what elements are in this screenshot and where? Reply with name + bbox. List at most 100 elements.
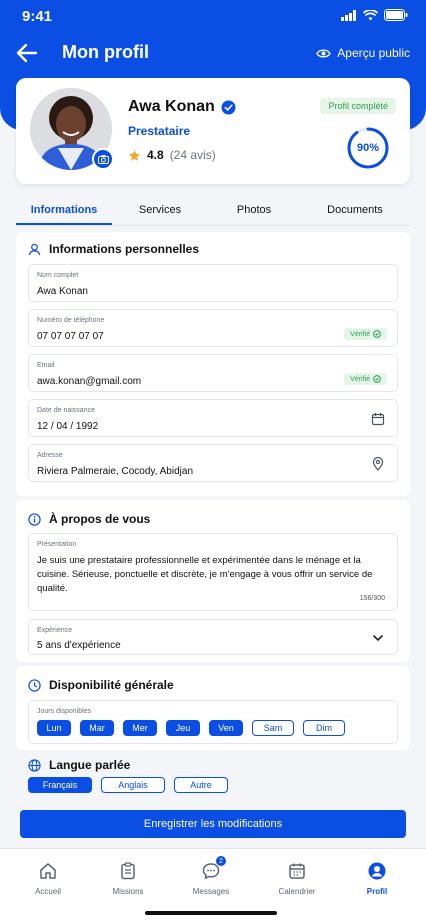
day-chip-lun[interactable]: Lun [37,720,71,736]
save-button[interactable]: Enregistrer les modifications [20,810,406,838]
email-value: awa.konan@gmail.com [37,376,142,387]
availability-title-text: Disponibilité générale [49,678,174,692]
presentation-label: Présentation [37,541,77,548]
phone-value: 07 07 07 07 07 [37,331,104,342]
battery-icon [384,9,408,21]
experience-select[interactable]: Expérience 5 ans d'expérience [28,619,398,655]
languages-title-text: Langue parlée [49,758,131,772]
signal-icon [341,9,356,21]
nav-item-calendrier[interactable]: Calendrier [257,861,337,896]
public-preview-label: Aperçu public [337,46,410,60]
location-pin-icon[interactable] [371,457,385,471]
nav-label-calendrier: Calendrier [278,887,316,896]
phone-verified-badge: Vérifié [344,328,387,340]
day-chip-sam[interactable]: Sam [252,720,294,736]
nav-label-accueil: Accueil [35,887,61,896]
language-chips: Français Anglais Autre [28,777,228,793]
clock-icon [28,678,41,692]
camera-icon [97,154,109,164]
user-icon [28,243,41,255]
name-row: Awa Konan [128,98,236,116]
tab-informations[interactable]: Informations [16,196,112,224]
presentation-text: Je suis une prestataire professionnelle … [37,555,373,594]
character-counter: 156/300 [359,595,385,602]
clipboard-icon [121,862,135,880]
nav-item-messages[interactable]: 2 Messages [171,855,251,896]
personal-info-title: Informations personnelles [28,242,199,256]
days-field: Jours disponibles Lun Mar Mer Jeu Ven Sa… [28,700,398,744]
tab-photos[interactable]: Photos [208,196,300,224]
language-chip-autre[interactable]: Autre [174,777,228,793]
nav-label-profil: Profil [366,887,388,896]
globe-icon [28,758,41,772]
day-chip-mer[interactable]: Mer [123,720,157,736]
messages-badge: 2 [215,855,227,867]
languages-title: Langue parlée [28,758,130,772]
chevron-down-icon [373,635,383,642]
birthdate-value: 12 / 04 / 1992 [37,421,99,432]
profile-name: Awa Konan [128,98,215,115]
personal-info-section: Informations personnelles Nom complet Aw… [16,232,410,496]
verified-check-icon [221,100,236,114]
calendar-icon [289,863,305,879]
address-field[interactable]: Adresse Riviera Palmeraie, Cocody, Abidj… [28,444,398,482]
check-circle-icon [373,375,381,383]
day-chip-dim[interactable]: Dim [303,720,345,736]
profile-icon [368,862,386,880]
rating-count: (24 avis) [169,148,216,162]
nav-item-missions[interactable]: Missions [88,861,168,896]
nav-item-accueil[interactable]: Accueil [8,861,88,896]
day-chip-mar[interactable]: Mar [80,720,114,736]
info-icon [28,512,41,526]
rating-row: 4.8 (24 avis) [128,148,216,162]
nav-label-missions: Missions [112,887,144,896]
nav-label-messages: Messages [192,887,230,896]
day-chip-ven[interactable]: Ven [209,720,243,736]
nav-item-profil[interactable]: Profil [337,861,417,896]
calendar-icon[interactable] [371,412,385,426]
full-name-value: Awa Konan [37,286,88,297]
check-circle-icon [373,330,381,338]
back-arrow-icon[interactable] [14,40,40,66]
status-icons [341,9,408,21]
experience-label: Expérience [37,627,73,634]
phone-field[interactable]: Numéro de téléphone 07 07 07 07 07 Vérif… [28,309,398,347]
language-chip-francais[interactable]: Français [28,777,92,793]
profile-card: Awa Konan Prestataire 4.8 (24 avis) Prof… [16,78,410,184]
app-header: Mon profil Aperçu public [0,34,426,74]
languages-section: Langue parlée Français Anglais Autre [16,752,410,800]
home-indicator [145,911,277,915]
profile-tabs: Informations Services Photos Documents [16,196,410,226]
page-title: Mon profil [62,42,149,62]
status-bar: 9:41 [0,0,426,32]
full-name-label: Nom complet [37,272,79,279]
full-name-field[interactable]: Nom complet Awa Konan [28,264,398,302]
email-field[interactable]: Email awa.konan@gmail.com Vérifié [28,354,398,392]
days-label: Jours disponibles [37,708,92,715]
phone-verified-text: Vérifié [350,330,370,338]
tab-services[interactable]: Services [112,196,208,224]
star-icon [129,149,140,161]
birthdate-label: Date de naissance [37,407,95,414]
change-photo-button[interactable] [92,148,114,170]
address-label: Adresse [37,452,63,459]
eye-icon [316,48,332,58]
day-chip-jeu[interactable]: Jeu [166,720,200,736]
tab-documents[interactable]: Documents [300,196,410,224]
phone-label: Numéro de téléphone [37,317,105,324]
public-preview-link[interactable]: Aperçu public [316,46,410,60]
profile-complete-badge: Profil complété [320,98,396,114]
rating-value: 4.8 [147,148,164,162]
birthdate-field[interactable]: Date de naissance 12 / 04 / 1992 [28,399,398,437]
about-title-text: À propos de vous [49,512,151,526]
active-tab-indicator [16,223,112,225]
email-label: Email [37,362,55,369]
completion-percent: 90% [356,142,380,154]
language-chip-anglais[interactable]: Anglais [101,777,165,793]
availability-section: Disponibilité générale Jours disponibles… [16,666,410,750]
home-icon [40,863,56,879]
personal-info-title-text: Informations personnelles [49,242,200,256]
presentation-textarea[interactable]: Présentation Je suis une prestataire pro… [28,533,398,611]
profile-role: Prestataire [128,124,191,138]
days-chips: Lun Mar Mer Jeu Ven Sam Dim [37,720,345,736]
